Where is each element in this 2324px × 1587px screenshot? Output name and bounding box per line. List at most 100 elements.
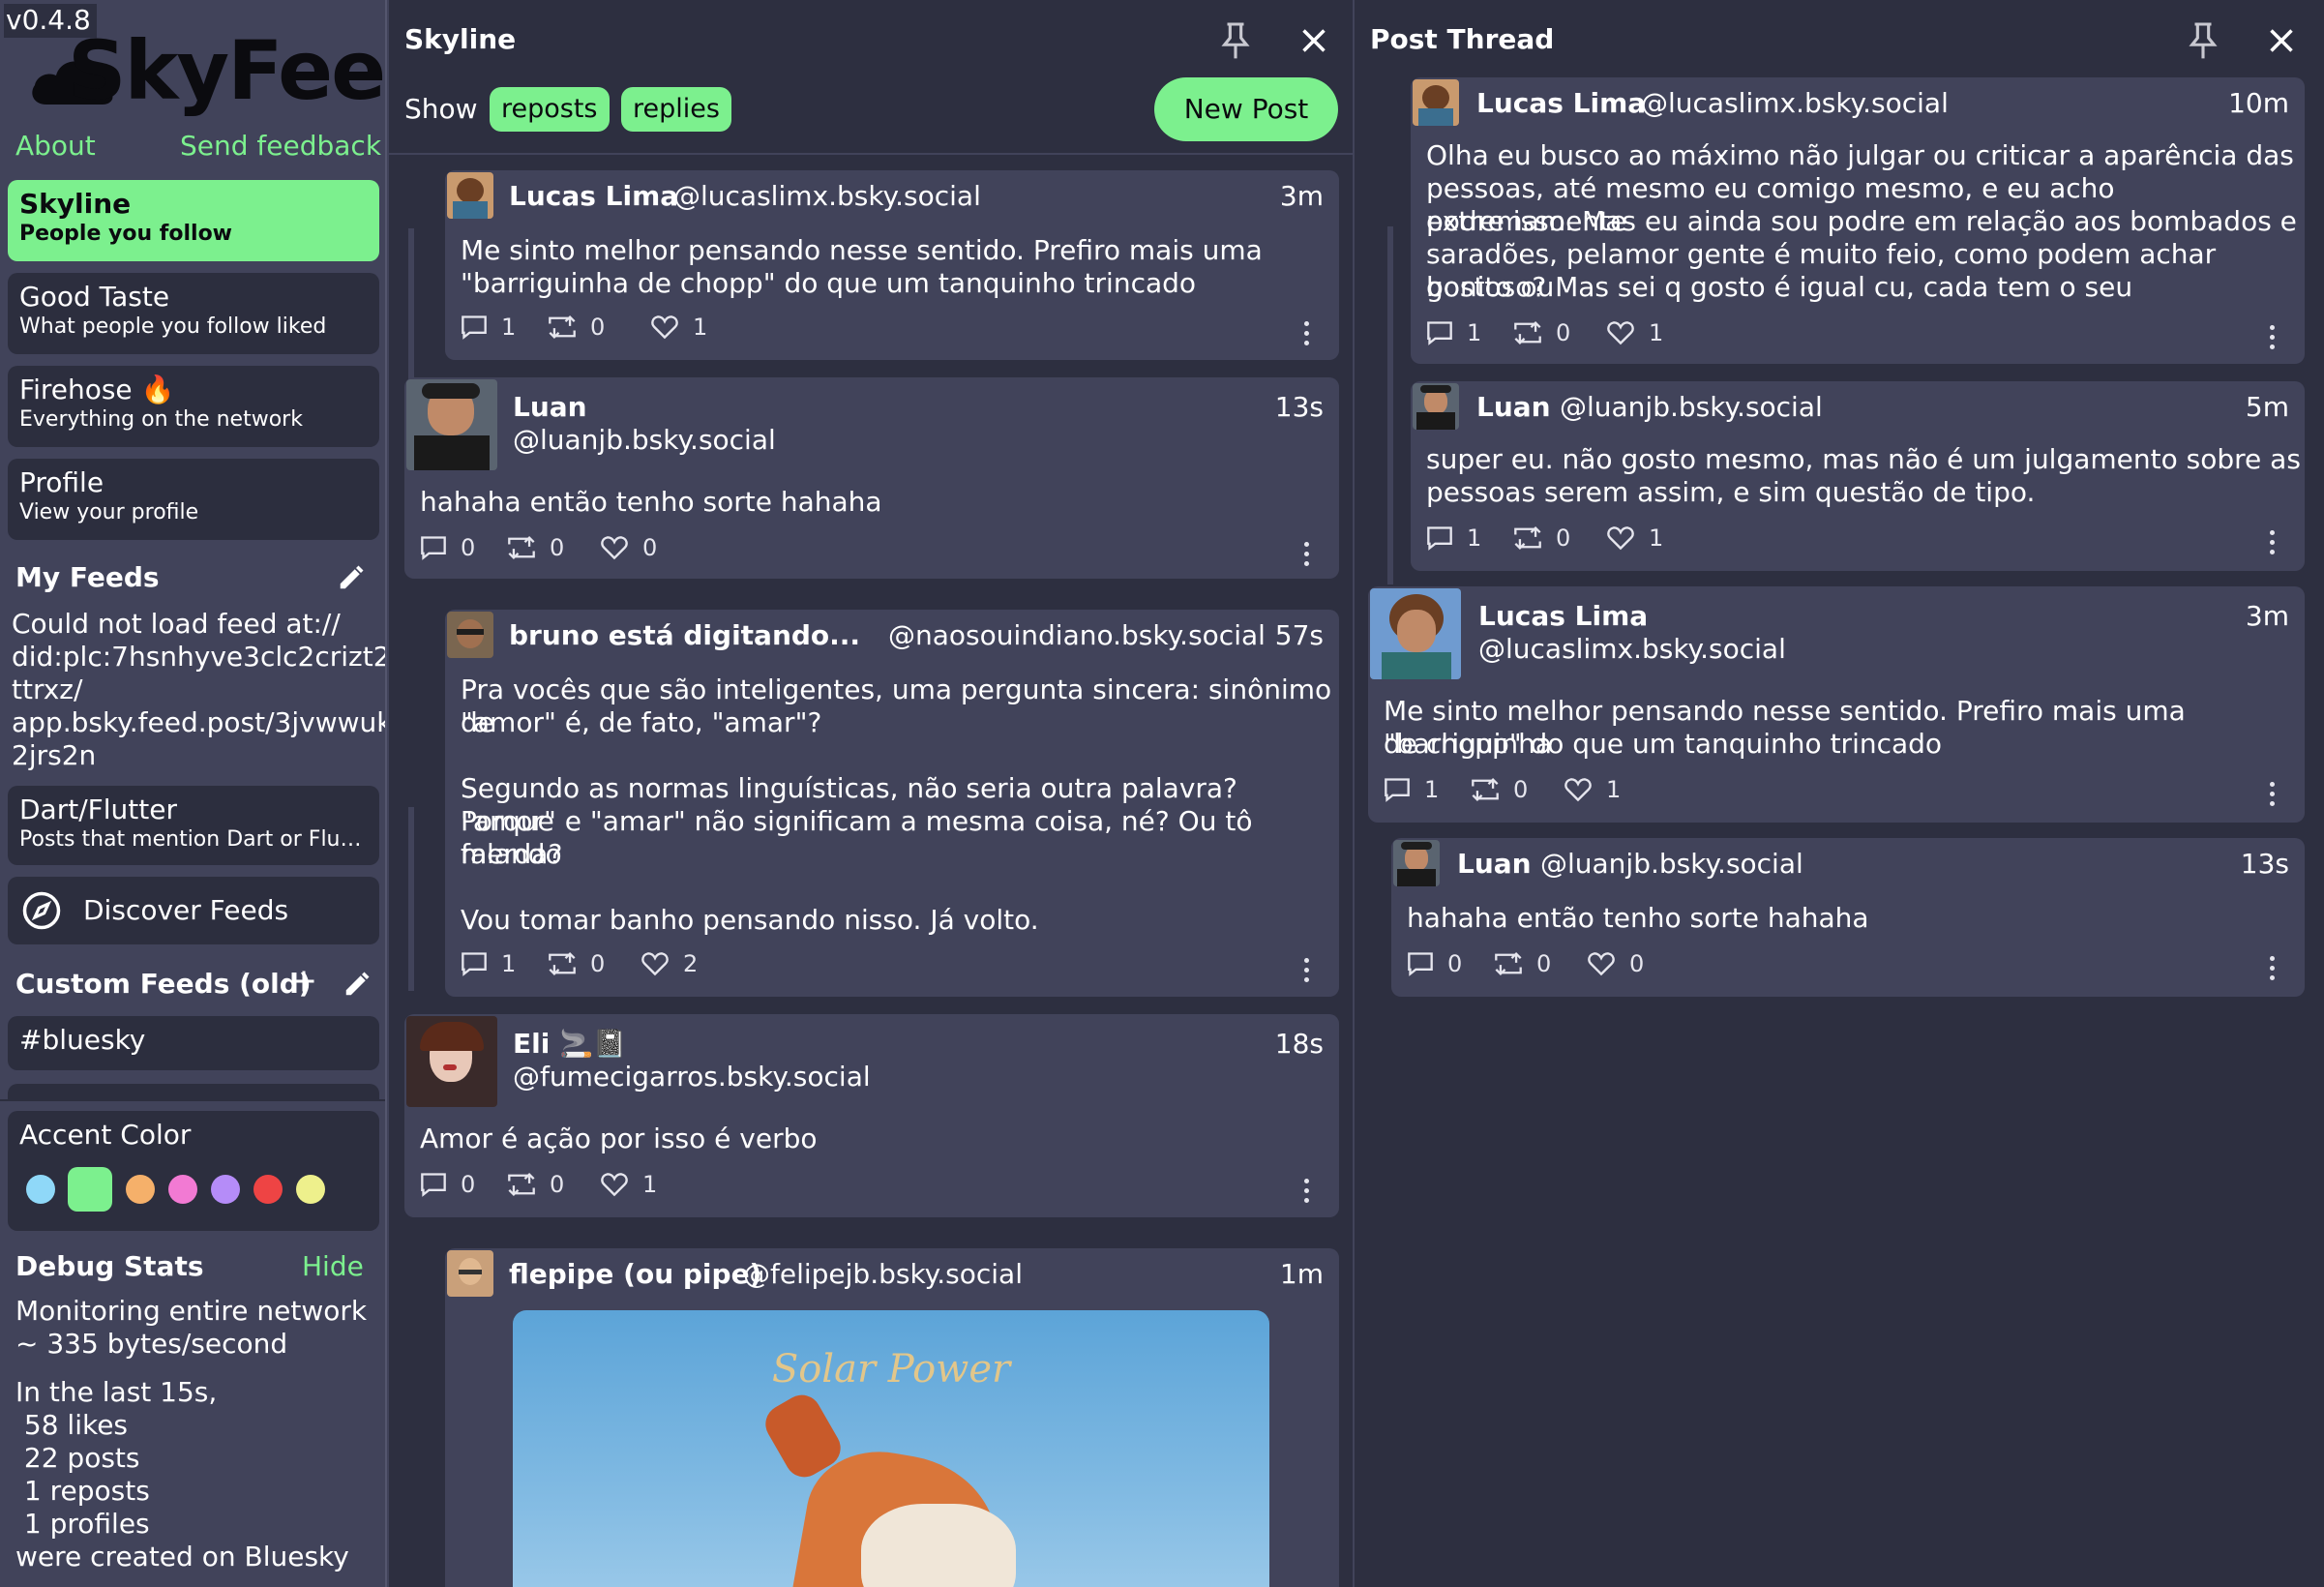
sidebar-item-good-taste[interactable]: Good Taste What people you follow liked <box>8 273 379 354</box>
sidebar-item-firehose[interactable]: Firehose 🔥 Everything on the network <box>8 366 379 447</box>
pin-icon[interactable] <box>2187 21 2220 60</box>
like-button[interactable]: 0 <box>1587 950 1644 977</box>
avatar[interactable] <box>447 172 493 219</box>
like-button[interactable]: 1 <box>650 314 707 341</box>
author-name[interactable]: Lucas Lima <box>1478 600 1648 632</box>
discover-feeds-button[interactable]: Discover Feeds <box>8 877 379 944</box>
avatar[interactable] <box>1393 840 1440 886</box>
reply-button[interactable]: 1 <box>1426 524 1481 552</box>
more-options-icon[interactable] <box>2270 325 2278 354</box>
avatar[interactable] <box>1413 383 1459 430</box>
avatar[interactable] <box>447 1250 493 1297</box>
avatar[interactable] <box>447 612 493 658</box>
sidebar-item-profile[interactable]: Profile View your profile <box>8 459 379 540</box>
like-button[interactable]: 1 <box>1606 319 1663 346</box>
author-name[interactable]: Eli 🚬📓 <box>513 1028 627 1060</box>
more-options-icon[interactable] <box>1304 542 1312 571</box>
repost-button[interactable]: 0 <box>1513 319 1570 346</box>
accent-swatch-yellow[interactable] <box>296 1175 325 1204</box>
like-button[interactable]: 1 <box>1606 524 1663 552</box>
custom-feed-item-bluesky[interactable]: #bluesky <box>8 1016 379 1070</box>
like-button[interactable]: 0 <box>600 534 657 561</box>
accent-swatch-blue[interactable] <box>26 1175 55 1204</box>
accent-swatch-green-selected[interactable] <box>68 1167 112 1212</box>
accent-swatch-purple[interactable] <box>211 1175 240 1204</box>
reply-button[interactable]: 0 <box>420 1171 475 1198</box>
author-name[interactable]: Luan <box>1476 391 1551 423</box>
author-handle[interactable]: @fumecigarros.bsky.social <box>513 1061 871 1093</box>
reply-button[interactable]: 1 <box>1426 319 1481 346</box>
like-button[interactable]: 2 <box>641 950 698 977</box>
repost-button[interactable]: 0 <box>548 314 605 341</box>
author-handle[interactable]: @luanjb.bsky.social <box>1560 391 1823 423</box>
about-link[interactable]: About <box>15 130 96 162</box>
repost-button[interactable]: 0 <box>1494 950 1551 977</box>
author-name[interactable]: Luan <box>1457 848 1532 880</box>
reply-button[interactable]: 1 <box>461 314 516 341</box>
more-options-icon[interactable] <box>1304 1179 1312 1208</box>
filter-reposts-toggle[interactable]: reposts <box>490 87 610 132</box>
more-options-icon[interactable] <box>1304 958 1312 987</box>
post-card[interactable]: Luan @luanjb.bsky.social 13s hahaha entã… <box>404 377 1339 579</box>
repost-count: 0 <box>1536 950 1552 977</box>
author-name[interactable]: flepipe (ou pipe) <box>509 1258 761 1290</box>
repost-button[interactable]: 0 <box>507 534 564 561</box>
add-icon[interactable] <box>290 968 317 995</box>
author-handle[interactable]: @felipejb.bsky.social <box>743 1258 1023 1290</box>
author-handle[interactable]: @naosouindiano.bsky.social <box>888 619 1266 651</box>
author-handle[interactable]: @luanjb.bsky.social <box>513 424 776 456</box>
close-icon[interactable] <box>2268 27 2295 54</box>
like-count: 0 <box>642 534 658 561</box>
avatar[interactable] <box>1413 79 1459 126</box>
avatar[interactable] <box>406 379 497 470</box>
more-options-icon[interactable] <box>2270 782 2278 811</box>
post-card[interactable]: flepipe (ou pipe) @felipejb.bsky.social … <box>445 1248 1339 1587</box>
reply-button[interactable]: 0 <box>420 534 475 561</box>
accent-swatch-red[interactable] <box>253 1175 283 1204</box>
post-card[interactable]: Eli 🚬📓 @fumecigarros.bsky.social 18s Amo… <box>404 1014 1339 1217</box>
sidebar-item-skyline[interactable]: Skyline People you follow <box>8 180 379 261</box>
post-card-focused[interactable]: Lucas Lima @lucaslimx.bsky.social 3m Me … <box>1368 586 2305 823</box>
like-button[interactable]: 1 <box>600 1171 657 1198</box>
repost-button[interactable]: 0 <box>1471 776 1528 803</box>
accent-swatch-pink[interactable] <box>168 1175 197 1204</box>
pencil-icon[interactable] <box>337 563 366 592</box>
post-card[interactable]: Lucas Lima @lucaslimx.bsky.social 3m Me … <box>445 170 1339 360</box>
post-text-line: de chopp" do que um tanquinho trincado <box>1384 728 1943 760</box>
avatar[interactable] <box>406 1016 497 1107</box>
author-name[interactable]: Luan <box>513 391 587 423</box>
post-image[interactable]: Solar Power <box>513 1310 1269 1587</box>
post-card[interactable]: Luan @luanjb.bsky.social 5m super eu. nã… <box>1411 381 2305 571</box>
filter-replies-toggle[interactable]: replies <box>621 87 731 132</box>
post-card[interactable]: bruno está digitando... @naosouindiano.b… <box>445 610 1339 997</box>
debug-hide-link[interactable]: Hide <box>302 1250 364 1282</box>
more-options-icon[interactable] <box>2270 956 2278 985</box>
author-name[interactable]: Lucas Lima <box>1476 87 1646 119</box>
more-options-icon[interactable] <box>2270 530 2278 559</box>
accent-swatch-orange[interactable] <box>126 1175 155 1204</box>
send-feedback-link[interactable]: Send feedback <box>180 130 381 162</box>
repost-button[interactable]: 0 <box>548 950 605 977</box>
author-handle[interactable]: @lucaslimx.bsky.social <box>1478 633 1786 665</box>
more-options-icon[interactable] <box>1304 321 1312 350</box>
post-card[interactable]: Luan @luanjb.bsky.social 13s hahaha entã… <box>1391 838 2305 997</box>
reply-button[interactable]: 1 <box>1384 776 1439 803</box>
author-name[interactable]: bruno está digitando... <box>509 619 860 651</box>
post-card[interactable]: Lucas Lima @lucaslimx.bsky.social 10m Ol… <box>1411 77 2305 364</box>
avatar[interactable] <box>1370 588 1461 679</box>
close-icon[interactable] <box>1300 27 1327 54</box>
reply-button[interactable]: 0 <box>1407 950 1462 977</box>
pencil-icon[interactable] <box>343 970 372 999</box>
reply-button[interactable]: 1 <box>461 950 516 977</box>
custom-feed-item-partial[interactable] <box>8 1084 379 1099</box>
author-handle[interactable]: @lucaslimx.bsky.social <box>1641 87 1949 119</box>
repost-button[interactable]: 0 <box>1513 524 1570 552</box>
author-handle[interactable]: @luanjb.bsky.social <box>1540 848 1803 880</box>
repost-button[interactable]: 0 <box>507 1171 564 1198</box>
author-name[interactable]: Lucas Lima <box>509 180 678 212</box>
like-button[interactable]: 1 <box>1564 776 1621 803</box>
pin-icon[interactable] <box>1219 21 1252 60</box>
author-handle[interactable]: @lucaslimx.bsky.social <box>673 180 981 212</box>
sidebar-item-dart-flutter[interactable]: Dart/Flutter Posts that mention Dart or … <box>8 786 379 865</box>
new-post-button[interactable]: New Post <box>1154 77 1338 141</box>
